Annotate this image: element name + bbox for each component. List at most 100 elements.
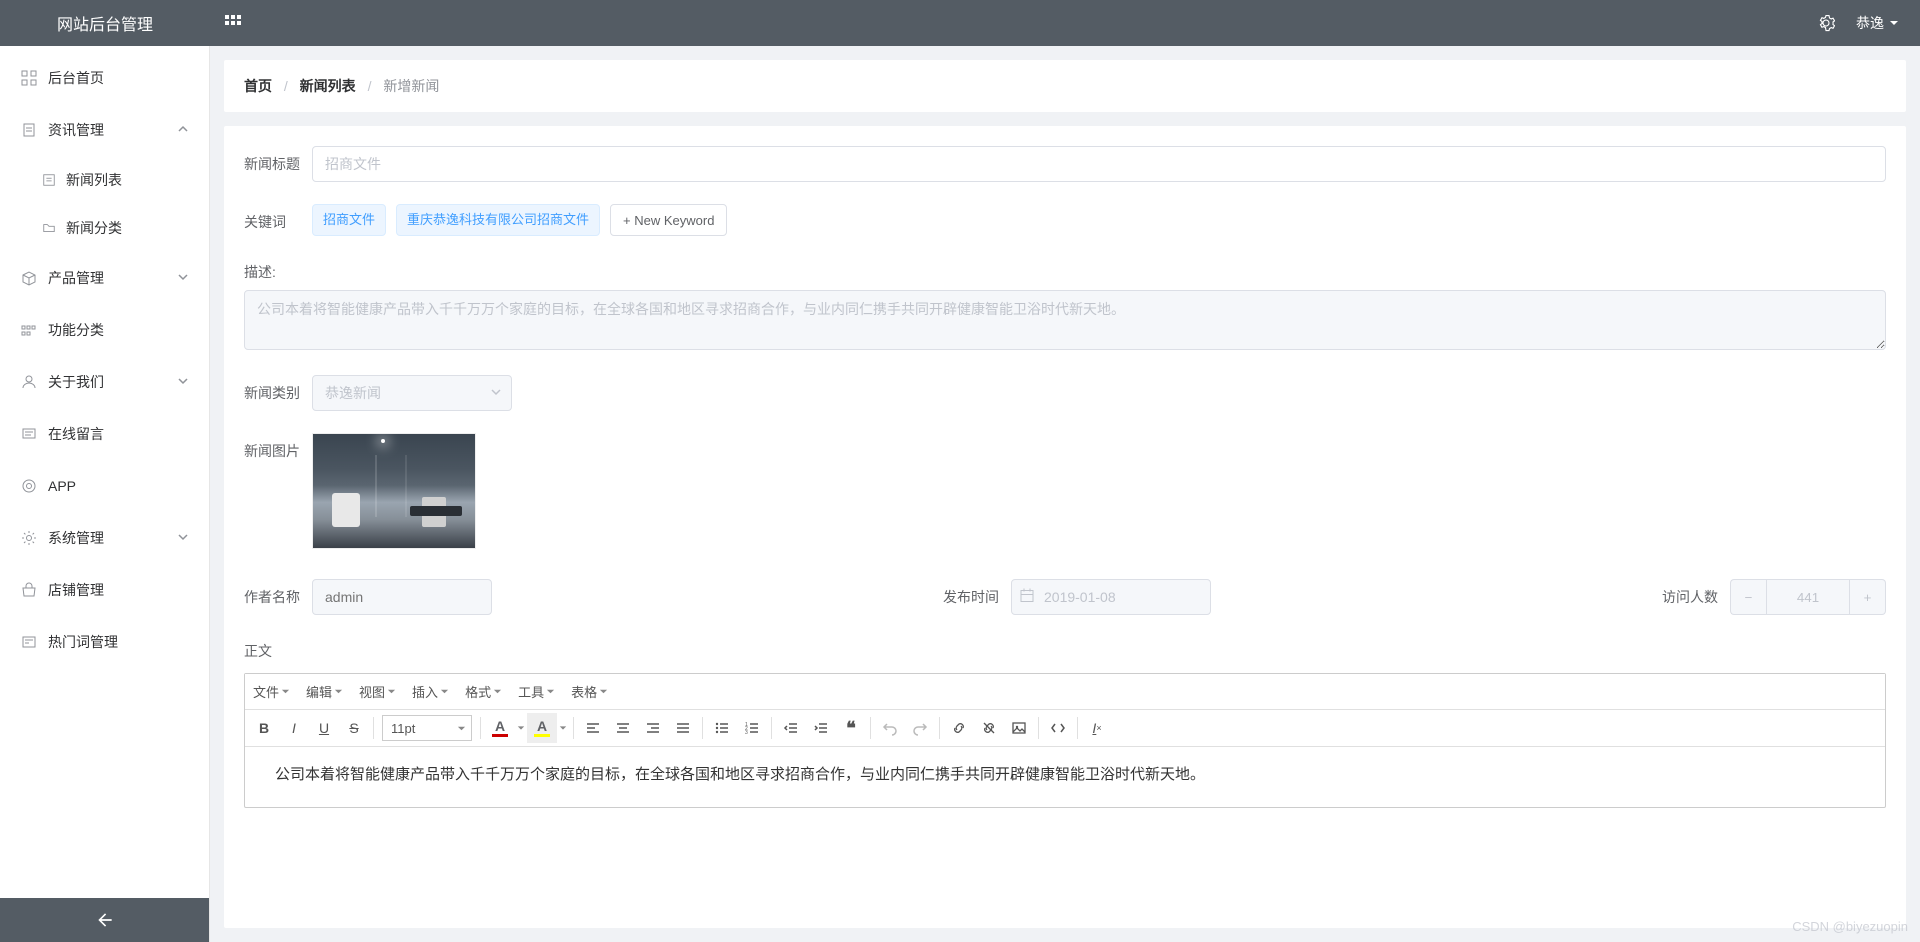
editor-menubar: 文件 编辑 视图 插入 格式 工具 表格 [245,674,1885,710]
svg-text:3: 3 [745,730,748,736]
sidebar-subitem-label: 新闻分类 [66,218,122,238]
align-justify-button[interactable] [668,713,698,743]
grid-icon [20,69,38,87]
sidebar-item-feature-category[interactable]: 功能分类 [0,304,209,356]
breadcrumb-news-list[interactable]: 新闻列表 [300,78,356,94]
app-icon [20,477,38,495]
sidebar-item-product-mgmt[interactable]: 产品管理 [0,252,209,304]
news-image-thumbnail[interactable] [312,433,476,549]
chevron-down-icon [177,374,189,390]
message-icon [20,425,38,443]
keyword-tag[interactable]: 招商文件 [312,204,386,236]
tag-icon [20,633,38,651]
indent-button[interactable] [806,713,836,743]
highlight-color-dropdown[interactable] [557,724,569,732]
editor-menu-edit[interactable]: 编辑 [298,676,351,707]
main-content: 首页 / 新闻列表 / 新增新闻 新闻标题 关键词 招商文件 重庆恭逸科技有限公… [210,46,1920,942]
new-keyword-button[interactable]: + New Keyword [610,204,727,236]
font-size-select[interactable]: 11pt [382,715,472,741]
underline-button[interactable]: U [309,713,339,743]
align-right-button[interactable] [638,713,668,743]
views-increase-button[interactable]: + [1850,579,1886,615]
publish-label: 发布时间 [943,579,999,615]
code-button[interactable] [1043,713,1073,743]
sidebar-subitem-news-list[interactable]: 新闻列表 [0,156,209,204]
chevron-down-icon [177,530,189,546]
breadcrumb-home[interactable]: 首页 [244,78,272,94]
sidebar-item-about[interactable]: 关于我们 [0,356,209,408]
blockquote-button[interactable]: ❝ [836,713,866,743]
arrow-left-icon [95,910,115,930]
gear-icon [20,529,38,547]
sidebar-item-label: APP [48,478,189,494]
desc-label: 描述: [244,262,1886,282]
editor-menu-file[interactable]: 文件 [245,676,298,707]
keyword-tag[interactable]: 重庆恭逸科技有限公司招商文件 [396,204,600,236]
editor-menu-format[interactable]: 格式 [457,676,510,707]
box-icon [20,269,38,287]
gear-icon [1817,14,1835,32]
editor-menu-tools[interactable]: 工具 [510,676,563,707]
sidebar-subitem-news-category[interactable]: 新闻分类 [0,204,209,252]
chevron-down-icon [1888,17,1900,29]
title-label: 新闻标题 [244,146,312,182]
sidebar-item-app[interactable]: APP [0,460,209,512]
views-decrease-button[interactable]: − [1730,579,1766,615]
italic-button[interactable]: I [279,713,309,743]
desc-textarea[interactable]: 公司本着将智能健康产品带入千千万万个家庭的目标，在全球各国和地区寻求招商合作，与… [244,290,1886,350]
highlight-color-button[interactable]: A [527,713,557,743]
user-menu[interactable]: 恭逸 [1846,13,1920,33]
editor-menu-insert[interactable]: 插入 [404,676,457,707]
grid-icon [225,15,241,31]
outdent-button[interactable] [776,713,806,743]
list-icon [40,171,58,189]
category-select-value [312,375,512,411]
text-color-button[interactable]: A [485,713,515,743]
breadcrumb: 首页 / 新闻列表 / 新增新闻 [224,60,1906,112]
align-left-button[interactable] [578,713,608,743]
tiles-icon [20,321,38,339]
title-input[interactable] [312,146,1886,182]
editor-menu-view[interactable]: 视图 [351,676,404,707]
redo-button[interactable] [905,713,935,743]
category-select[interactable] [312,375,512,411]
category-icon [40,219,58,237]
image-label: 新闻图片 [244,433,312,469]
sidebar-item-news-mgmt[interactable]: 资讯管理 [0,104,209,156]
sidebar-item-system-mgmt[interactable]: 系统管理 [0,512,209,564]
publish-date-value [1011,579,1211,615]
undo-button[interactable] [875,713,905,743]
body-label: 正文 [244,641,1886,661]
sidebar-item-label: 系统管理 [48,528,177,548]
views-input[interactable] [1766,579,1850,615]
breadcrumb-separator: / [368,78,372,94]
menu-toggle-button[interactable] [210,0,256,46]
sidebar-item-label: 在线留言 [48,424,189,444]
numbered-list-button[interactable]: 123 [737,713,767,743]
strikethrough-button[interactable]: S [339,713,369,743]
sidebar-collapse-button[interactable] [0,898,209,942]
user-name: 恭逸 [1856,13,1884,33]
link-button[interactable] [944,713,974,743]
text-color-dropdown[interactable] [515,724,527,732]
submenu-news: 新闻列表 新闻分类 [0,156,209,252]
align-center-button[interactable] [608,713,638,743]
sidebar-item-dashboard[interactable]: 后台首页 [0,52,209,104]
image-button[interactable] [1004,713,1034,743]
sidebar-item-hotword-mgmt[interactable]: 热门词管理 [0,616,209,668]
sidebar-item-label: 产品管理 [48,268,177,288]
clear-format-button[interactable]: I× [1082,713,1112,743]
bold-button[interactable]: B [249,713,279,743]
editor-menu-table[interactable]: 表格 [563,676,616,707]
sidebar-item-messages[interactable]: 在线留言 [0,408,209,460]
sidebar-item-label: 店铺管理 [48,580,189,600]
editor-content[interactable]: 公司本着将智能健康产品带入千千万万个家庭的目标，在全球各国和地区寻求招商合作，与… [245,747,1885,807]
category-label: 新闻类别 [244,375,312,411]
bullet-list-button[interactable] [707,713,737,743]
author-input[interactable] [312,579,492,615]
sidebar-item-shop-mgmt[interactable]: 店铺管理 [0,564,209,616]
clipboard-icon [20,121,38,139]
settings-button[interactable] [1806,0,1846,46]
publish-date-picker[interactable] [1011,579,1211,615]
unlink-button[interactable] [974,713,1004,743]
